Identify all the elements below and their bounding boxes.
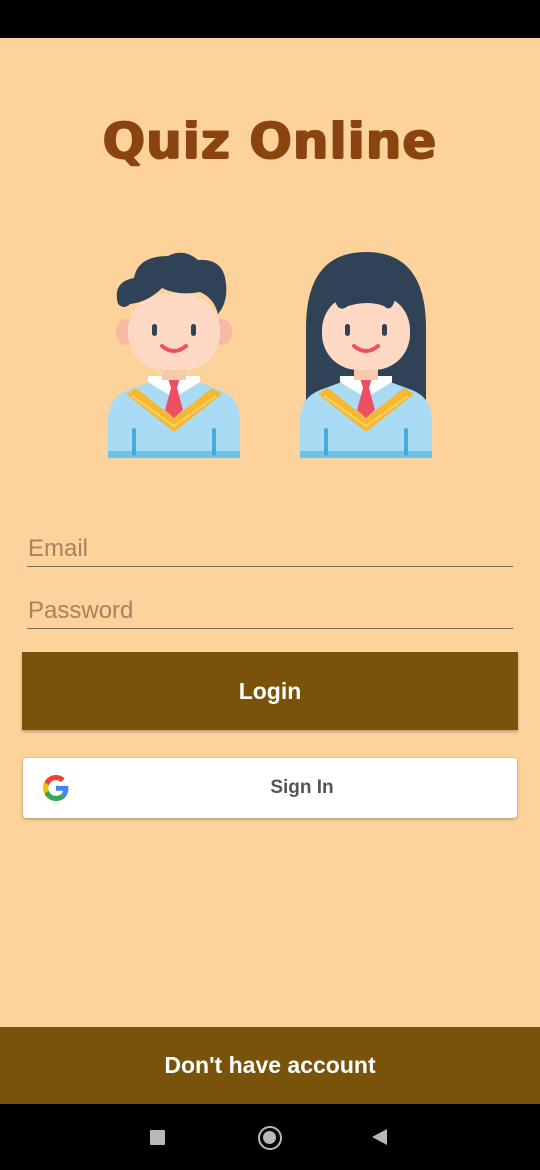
google-sign-in-label: Sign In	[270, 777, 334, 798]
google-sign-in-button[interactable]: Sign In	[23, 758, 517, 818]
navigation-bar	[0, 1104, 540, 1170]
girl-student-icon	[300, 252, 432, 458]
status-bar	[0, 0, 540, 38]
email-field[interactable]	[27, 525, 513, 567]
boy-student-icon	[108, 252, 240, 458]
signup-button[interactable]: Don't have account	[0, 1027, 540, 1104]
home-icon[interactable]	[258, 1126, 282, 1150]
password-field[interactable]	[27, 587, 513, 629]
recents-icon[interactable]	[150, 1130, 165, 1145]
back-icon[interactable]	[372, 1129, 387, 1145]
home-icon-inner	[263, 1131, 276, 1144]
login-button[interactable]: Login	[22, 652, 518, 730]
login-screen: Quiz Online Email Login Sign In Don't ha…	[0, 38, 540, 1104]
app-title: Quiz Online	[102, 112, 438, 170]
email-input[interactable]	[27, 525, 513, 566]
password-input[interactable]	[27, 587, 513, 628]
